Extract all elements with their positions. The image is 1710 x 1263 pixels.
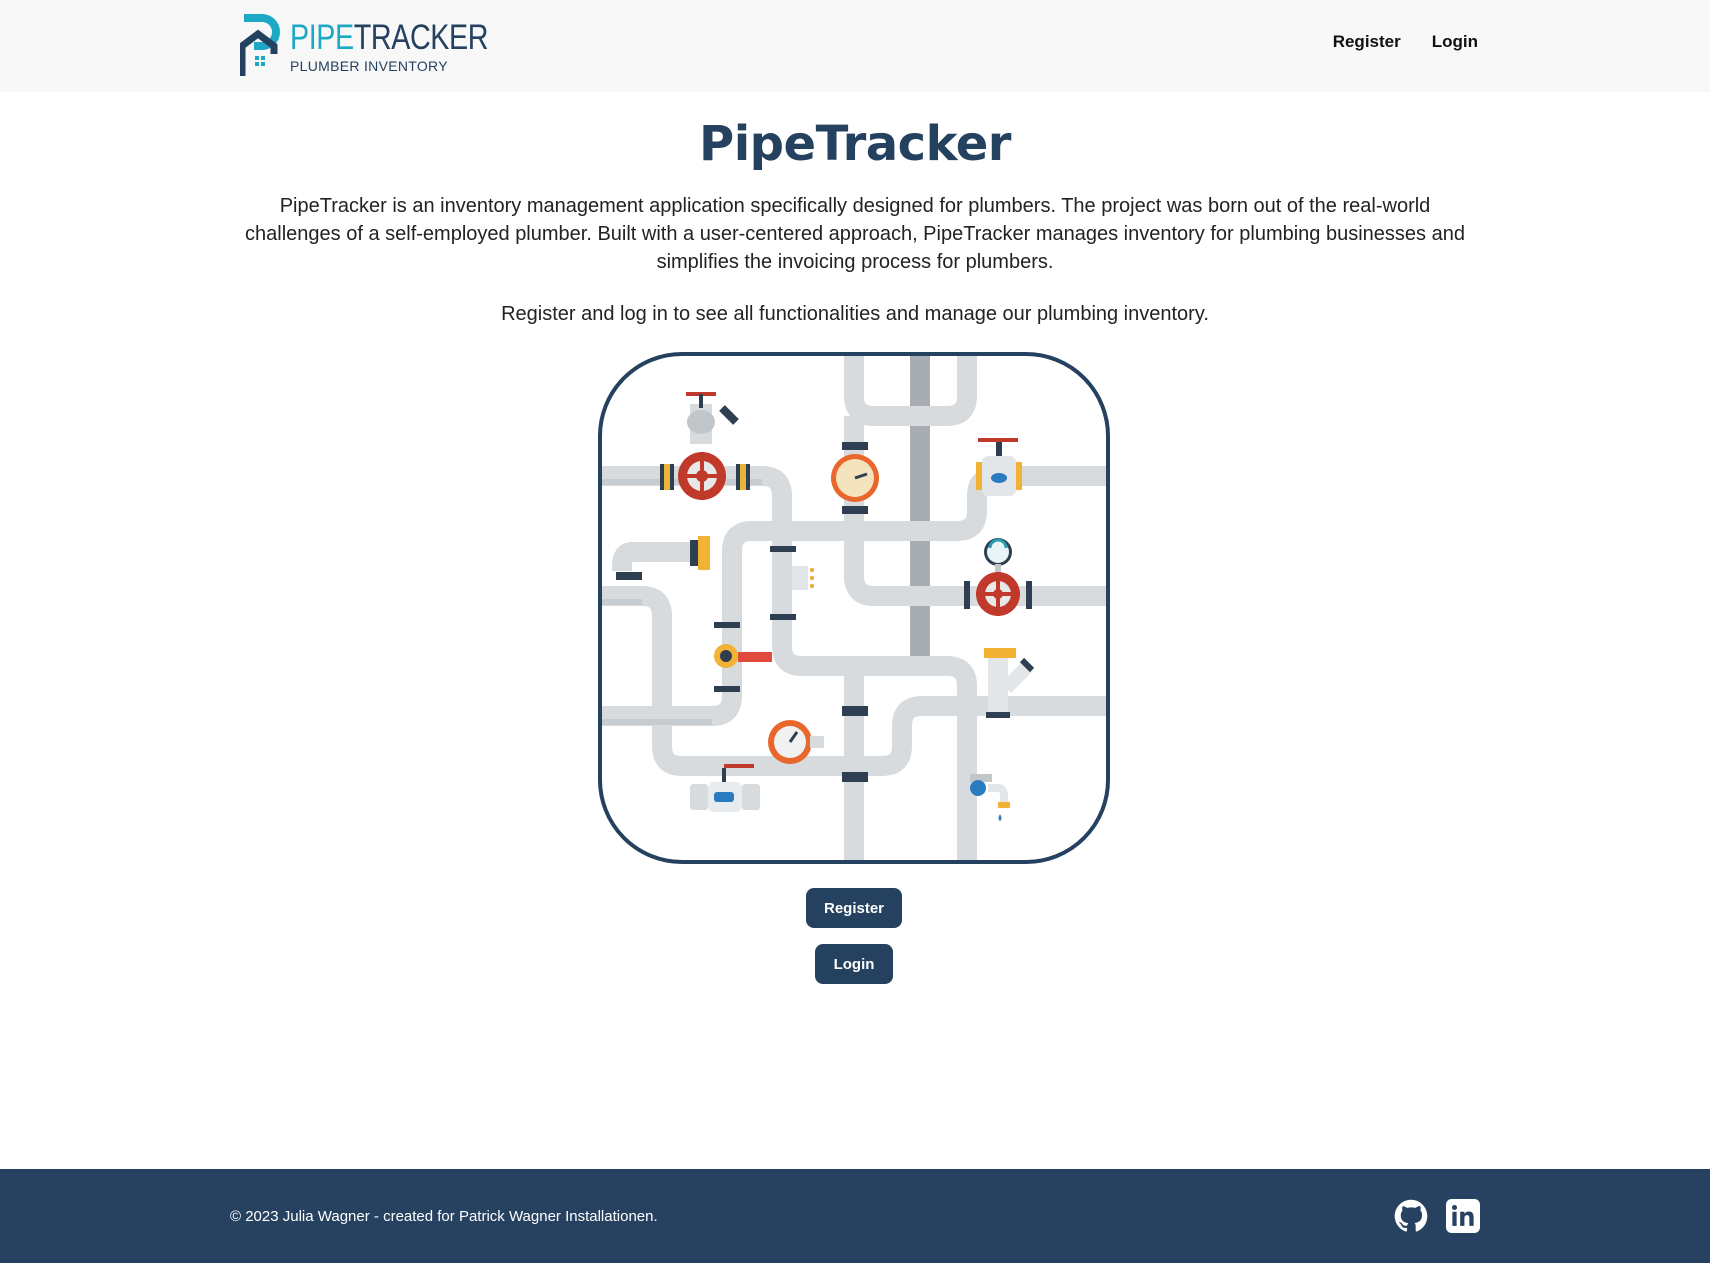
github-icon[interactable] bbox=[1394, 1199, 1428, 1233]
brand-name-pipe: PIPE bbox=[290, 18, 354, 57]
register-button[interactable]: Register bbox=[806, 888, 902, 928]
plumbing-pipes-illustration bbox=[598, 352, 1110, 864]
navbar: PIPETRACKER PLUMBER INVENTORY Register L… bbox=[0, 0, 1710, 92]
pipes-image bbox=[602, 356, 1106, 860]
brand-name-tracker: TRACKER bbox=[353, 18, 489, 57]
login-button[interactable]: Login bbox=[815, 944, 893, 984]
nav-links: Register Login bbox=[1333, 32, 1478, 52]
page-title: PipeTracker bbox=[699, 116, 1011, 172]
nav-register-link[interactable]: Register bbox=[1333, 32, 1401, 52]
house-logo-icon bbox=[240, 14, 280, 76]
cta-paragraph: Register and log in to see all functiona… bbox=[501, 303, 1209, 325]
social-links bbox=[1394, 1199, 1480, 1233]
brand-logo-link[interactable]: PIPETRACKER PLUMBER INVENTORY bbox=[240, 12, 488, 78]
brand-name: PIPETRACKER bbox=[290, 20, 488, 55]
gate-valve-icon bbox=[660, 392, 750, 500]
tap-valve-icon bbox=[976, 438, 1022, 496]
intro-paragraph: PipeTracker is an inventory management a… bbox=[245, 195, 1465, 273]
brand-subtitle: PLUMBER INVENTORY bbox=[290, 58, 448, 74]
nav-login-link[interactable]: Login bbox=[1432, 32, 1478, 52]
linkedin-icon[interactable] bbox=[1446, 1199, 1480, 1233]
footer: © 2023 Julia Wagner - created for Patric… bbox=[0, 1169, 1710, 1263]
footer-copyright: © 2023 Julia Wagner - created for Patric… bbox=[230, 1208, 658, 1225]
